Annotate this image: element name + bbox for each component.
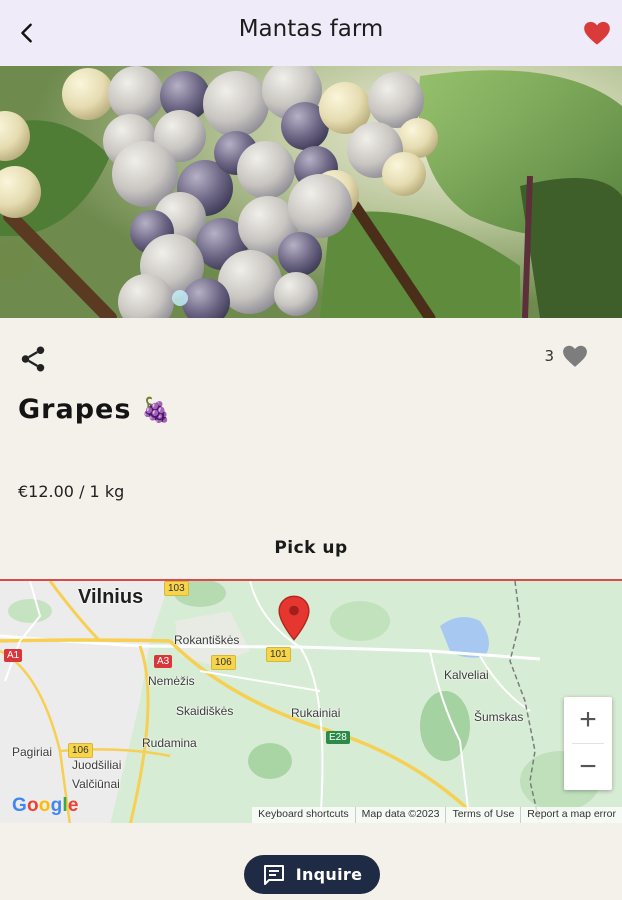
road-badge: 101 [266,647,291,662]
map-place-label: Valčiūnai [72,777,120,791]
road-badge: 106 [211,655,236,670]
map-place-label: Nemėžis [148,674,195,688]
terms-of-use-link[interactable]: Terms of Use [445,807,520,823]
report-map-error-link[interactable]: Report a map error [520,807,622,823]
map-place-label: Pagiriai [12,745,53,759]
inquire-label: Inquire [295,865,363,884]
zoom-out-button[interactable]: − [564,744,612,790]
like-counter[interactable]: 3 [544,344,588,368]
pickup-heading: Pick up [274,538,348,558]
map-place-label: Šumskas [474,710,524,724]
map-place-label: Rokantiškės [174,633,240,647]
road-badge: A3 [154,655,173,668]
grapes-emoji: 🍇 [141,395,173,424]
map-pin-icon[interactable] [277,595,311,641]
pickup-map[interactable]: Vilnius Rokantiškės Nemėžis Skaidiškės R… [0,579,622,823]
page-title: Mantas farm [238,16,384,42]
heart-icon [584,21,610,45]
map-zoom-controls: + − [564,697,612,790]
like-count: 3 [544,347,554,365]
map-place-label: Juodšiliai [72,758,122,772]
product-photo [0,66,622,318]
map-city-label: Vilnius [78,586,144,608]
zoom-in-button[interactable]: + [564,697,612,743]
map-place-label: Skaidiškės [176,704,234,718]
favorite-button[interactable] [580,16,614,50]
keyboard-shortcuts-link[interactable]: Keyboard shortcuts [252,807,354,823]
road-badge: E28 [326,731,350,744]
share-icon [21,346,45,372]
product-name: Grapes [18,394,132,425]
road-badge: 106 [68,743,93,758]
inquire-button[interactable]: Inquire [244,855,380,894]
product-price: €12.00 / 1 kg [18,482,125,501]
road-badge: 103 [164,581,189,596]
product-title: Grapes 🍇 [18,394,172,425]
map-place-label: Rudamina [142,736,197,750]
message-icon [263,864,284,885]
app-header: Mantas farm [0,0,622,66]
map-data-label: Map data ©2023 [354,807,446,823]
map-attribution-bar: Keyboard shortcuts Map data ©2023 Terms … [252,807,622,823]
map-place-label: Kalveliai [444,668,489,682]
google-logo: Google [12,795,79,816]
share-button[interactable] [18,344,48,374]
road-badge: A1 [4,649,23,662]
heart-icon [563,345,587,367]
map-place-label: Rukainiai [291,706,341,720]
